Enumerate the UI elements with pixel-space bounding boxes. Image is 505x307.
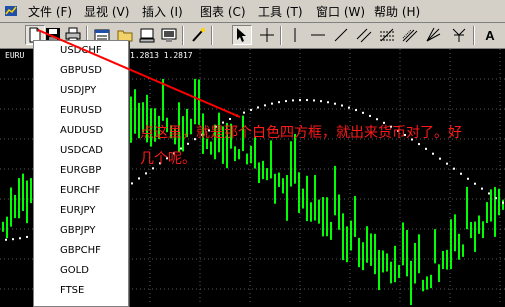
indicator-dot — [306, 99, 308, 102]
vertical-line-button[interactable] — [285, 25, 305, 45]
experts-button[interactable] — [188, 25, 208, 45]
symbol-item-usdjpy[interactable]: USDJPY — [60, 85, 96, 96]
indicator-dot — [313, 99, 315, 102]
indicator-dot — [5, 238, 7, 241]
trendline-button[interactable] — [331, 25, 351, 45]
annotation-text: 点这里，就是那个白色四方框，就出来货币对了。好几个呢。 — [140, 125, 462, 167]
indicator-dot — [271, 102, 273, 105]
indicator-dot — [257, 106, 259, 109]
indicator-dot — [369, 114, 371, 117]
menu-view[interactable]: 显视 (V) — [84, 3, 129, 20]
horizontal-line-icon — [311, 34, 325, 36]
indicator-dot — [292, 99, 294, 102]
indicator-dot — [348, 106, 350, 109]
indicator-dot — [474, 182, 476, 185]
cycle-lines-button[interactable] — [449, 25, 469, 45]
indicator-dot — [460, 172, 462, 175]
toolbar-separator — [473, 26, 475, 45]
indicator-dot — [495, 197, 497, 200]
indicator-dot — [19, 237, 21, 240]
symbol-dropdown: USDCHF GBPUSD USDJPY EURUSD AUDUSD USDCA… — [33, 40, 129, 307]
arrow-cursor-icon — [237, 28, 246, 42]
quote-values: 1.2813 1.2817 — [130, 51, 193, 60]
symbol-item-audusd[interactable]: AUDUSD — [60, 125, 103, 136]
indicator-dot — [278, 101, 280, 104]
trendline-icon — [334, 28, 348, 42]
indicator-dot — [467, 177, 469, 180]
indicator-dot — [502, 201, 504, 204]
toolbar-separator — [211, 26, 213, 45]
fibonacci-button[interactable] — [377, 25, 397, 45]
gann-fan-button[interactable] — [423, 25, 443, 45]
menu-file[interactable]: 文件 (F) — [28, 3, 72, 20]
menu-charts[interactable]: 图表 (C) — [200, 3, 246, 20]
indicator-dot — [285, 100, 287, 103]
andrews-pitchfork-button[interactable] — [400, 25, 420, 45]
indicator-dot — [320, 100, 322, 103]
menu-help[interactable]: 帮助 (H) — [374, 3, 420, 20]
symbol-item-usdcad[interactable]: USDCAD — [60, 145, 103, 156]
symbol-item-gbpjpy[interactable]: GBPJPY — [60, 225, 96, 236]
indicator-dot — [488, 192, 490, 195]
symbol-item-gbpusd[interactable]: GBPUSD — [60, 65, 102, 76]
toolbar-separator — [280, 26, 282, 45]
terminal-button[interactable] — [137, 25, 157, 45]
symbol-item-gbpchf[interactable]: GBPCHF — [60, 245, 101, 256]
indicator-dot — [138, 177, 140, 180]
indicator-dot — [145, 172, 147, 175]
menu-insert[interactable]: 插入 (I) — [142, 3, 183, 20]
indicator-dot — [26, 235, 28, 238]
toolbar-separator — [182, 26, 184, 45]
symbol-item-usdchf[interactable]: USDCHF — [60, 45, 102, 56]
app-icon[interactable] — [4, 3, 18, 17]
menu-bar: 文件 (F) 显视 (V) 插入 (I) 图表 (C) 工具 (T) 窗口 (W… — [0, 0, 505, 23]
indicator-dot — [12, 238, 14, 241]
menu-tools[interactable]: 工具 (T) — [258, 3, 303, 20]
symbol-item-eurgbp[interactable]: EURGBP — [60, 165, 101, 176]
y-lines-icon — [452, 28, 466, 42]
indicator-dot — [264, 104, 266, 107]
channel-button[interactable] — [354, 25, 374, 45]
horizontal-line-button[interactable] — [308, 25, 328, 45]
symbol-label: EURU — [5, 51, 25, 60]
indicator-dot — [341, 104, 343, 107]
indicator-dot — [481, 187, 483, 190]
tester-button[interactable] — [159, 25, 179, 45]
symbol-item-eurjpy[interactable]: EURJPY — [60, 205, 95, 216]
indicator-dot — [236, 114, 238, 117]
cursor-tool-button[interactable] — [232, 25, 252, 45]
menu-window[interactable]: 窗口 (W) — [316, 3, 365, 20]
indicator-dot — [299, 99, 301, 102]
text-tool-button[interactable]: A — [480, 25, 500, 45]
symbol-item-gold[interactable]: GOLD — [60, 265, 89, 276]
indicator-dot — [131, 182, 133, 185]
indicator-dot — [362, 111, 364, 114]
symbol-item-eurusd[interactable]: EURUSD — [60, 105, 102, 116]
indicator-dot — [334, 102, 336, 105]
indicator-dot — [327, 101, 329, 104]
terminal-icon — [139, 28, 155, 43]
crosshair-icon — [260, 28, 274, 42]
fibonacci-icon — [380, 28, 394, 42]
text-tool-label: A — [485, 27, 495, 43]
indicator-dot — [243, 111, 245, 114]
fan-icon — [426, 27, 441, 42]
magic-wand-icon — [192, 28, 205, 42]
equidistant-channel-icon — [356, 28, 372, 43]
symbol-item-ftse[interactable]: FTSE — [60, 285, 84, 296]
menu-icon-gutter — [34, 41, 56, 306]
symbol-item-eurchf[interactable]: EURCHF — [60, 185, 100, 196]
indicator-dot — [250, 108, 252, 111]
indicator-dot — [355, 109, 357, 112]
crosshair-tool-button[interactable] — [257, 25, 277, 45]
pitchfork-icon — [402, 29, 418, 43]
vertical-line-icon — [294, 28, 296, 42]
monitor-icon — [161, 28, 177, 42]
